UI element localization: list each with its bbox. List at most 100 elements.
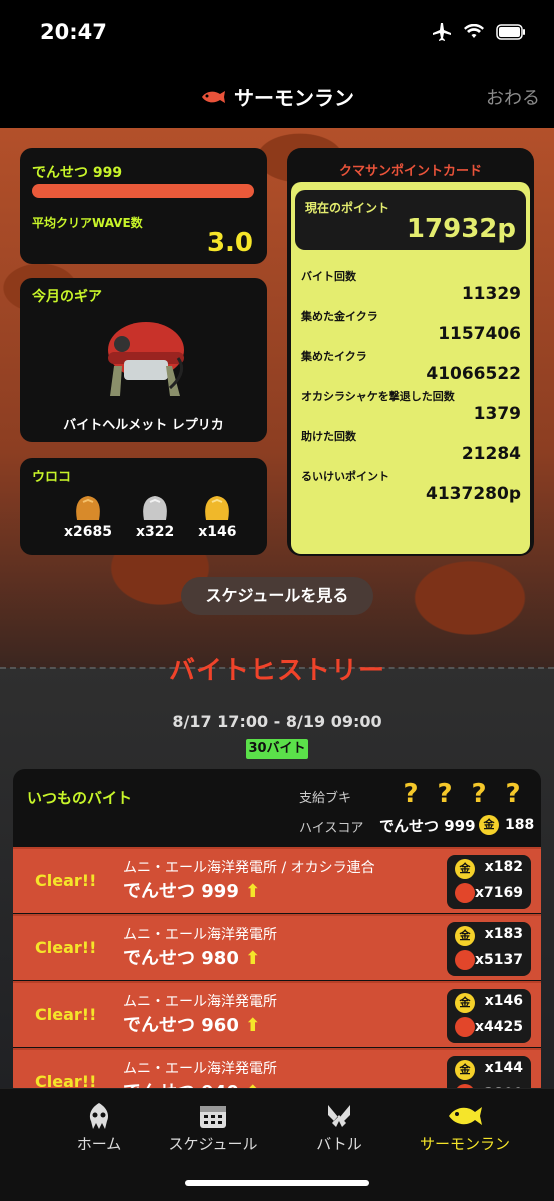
stat-label: るいけいポイント	[301, 470, 389, 483]
rank-text: でんせつ 960 ⬆	[123, 1011, 260, 1037]
point-card-title: クマサンポイントカード	[338, 164, 482, 179]
rank-text: でんせつ 999 ⬆	[123, 877, 260, 903]
gear-name: バイトヘルメット レプリカ	[63, 418, 224, 433]
golden-egg-count: x144	[484, 1060, 523, 1076]
stage-name: ムニ・エール海洋発電所	[123, 1061, 277, 1077]
golden-egg-count: x182	[484, 859, 523, 875]
airplane-icon	[433, 23, 451, 41]
stage-name: ムニ・エール海洋発電所 / オカシラ連合	[123, 860, 375, 876]
current-points-label: 現在のポイント	[305, 201, 390, 215]
stage-name: ムニ・エール海洋発電所	[123, 927, 277, 943]
stat-row: 集めたイクラ 41066522	[301, 348, 521, 388]
job-row[interactable]: Clear!! ムニ・エール海洋発電所 でんせつ 980 ⬆ 金 x183 x5…	[13, 914, 541, 980]
bronze-scale: x2685	[64, 492, 112, 540]
bronze-scale-count: x2685	[64, 524, 112, 540]
stat-value: 4137280p	[426, 484, 521, 504]
view-schedule-button[interactable]: スケジュールを見る	[181, 577, 373, 615]
egg-counts: 金 x182 x7169	[447, 855, 531, 909]
golden-egg-icon: 金	[455, 926, 475, 946]
header-title: サーモンラン	[0, 82, 554, 111]
helmet-icon	[108, 322, 184, 396]
close-button[interactable]: おわる	[486, 84, 540, 110]
scales-card: ウロコ x2685 x322 x146	[20, 458, 267, 555]
stat-value: 1379	[473, 404, 521, 424]
stat-row: 助けた回数 21284	[301, 428, 521, 468]
power-egg-count: x7169	[475, 885, 523, 901]
rank-value: でんせつ 960	[123, 1015, 239, 1036]
rank-text: でんせつ 980 ⬆	[123, 944, 260, 970]
squid-icon	[89, 1103, 109, 1129]
tab-salmon-run-label: サーモンラン	[419, 1135, 510, 1153]
rank-label: でんせつ 999	[32, 165, 123, 181]
job-title: いつものバイト	[27, 789, 133, 807]
battle-icon	[328, 1105, 350, 1127]
bronze-scale-icon	[76, 496, 100, 520]
tab-battle-label: バトル	[316, 1135, 362, 1153]
rank-up-icon: ⬆	[245, 1015, 261, 1036]
power-egg-icon	[455, 1017, 475, 1037]
status-bar: 20:47	[0, 0, 554, 64]
highscore-value: 188	[505, 817, 535, 833]
app-header: サーモンラン おわる	[0, 64, 554, 128]
egg-counts: 金 x183 x5137	[447, 922, 531, 976]
golden-egg-count: x146	[484, 993, 523, 1009]
gold-scale: x146	[198, 492, 237, 540]
power-egg-icon	[455, 883, 475, 903]
random-weapon-icon: ?	[471, 779, 487, 809]
random-weapon-icon: ?	[437, 779, 453, 809]
history-title: バイトヒストリー	[168, 656, 385, 686]
stat-row: 集めた金イクラ 1157406	[301, 308, 521, 348]
random-weapon-icon: ?	[505, 779, 521, 809]
stat-label: バイト回数	[301, 270, 356, 283]
wifi-icon	[464, 24, 484, 38]
job-row[interactable]: Clear!! ムニ・エール海洋発電所 / オカシラ連合 でんせつ 999 ⬆ …	[13, 847, 541, 913]
result-label: Clear!!	[35, 871, 97, 890]
point-card-body: 現在のポイント 17932p バイト回数 11329 集めた金イクラ 11574…	[291, 182, 530, 554]
stat-label: 助けた回数	[301, 430, 356, 443]
tab-salmon-run[interactable]: サーモンラン	[396, 1099, 534, 1154]
gold-scale-count: x146	[198, 524, 237, 540]
battery-icon	[496, 24, 525, 40]
stat-row: バイト回数 11329	[301, 268, 521, 308]
highscore-label: ハイスコア	[299, 821, 364, 836]
gold-scale-icon	[205, 496, 230, 520]
power-egg-count: x4425	[475, 1019, 523, 1035]
golden-egg-icon: 金	[455, 1060, 475, 1080]
gear-card[interactable]: 今月のギア バイトヘルメット レプリカ	[20, 278, 267, 442]
salmon-logo-icon	[202, 90, 225, 103]
power-egg-icon	[455, 950, 475, 970]
result-label: Clear!!	[35, 938, 97, 957]
result-label: Clear!!	[35, 1005, 97, 1024]
rank-progress-bar	[32, 184, 254, 198]
silver-scale-icon	[143, 496, 167, 520]
random-weapon-icon: ?	[403, 779, 419, 809]
rank-card: でんせつ 999 平均クリアWAVE数 3.0	[20, 148, 267, 264]
schedule-range: 8/17 17:00 - 8/19 09:00	[172, 712, 382, 731]
job-count-badge: 30バイト	[246, 739, 308, 759]
salmon-icon	[449, 1107, 482, 1125]
silver-scale: x322	[136, 492, 174, 540]
wave-value: 3.0	[206, 228, 253, 258]
job-row[interactable]: Clear!! ムニ・エール海洋発電所 でんせつ 960 ⬆ 金 x146 x4…	[13, 981, 541, 1047]
stat-row: るいけいポイント 4137280p	[301, 468, 521, 508]
stat-label: 集めたイクラ	[301, 350, 367, 363]
tab-schedule-label: スケジュール	[168, 1135, 258, 1153]
tab-schedule[interactable]: スケジュール	[144, 1099, 282, 1154]
header-title-text: サーモンラン	[234, 86, 354, 110]
golden-egg-icon: 金	[455, 859, 475, 879]
rank-value: でんせつ 980	[123, 948, 239, 969]
status-time: 20:47	[40, 20, 107, 44]
rank-up-icon: ⬆	[245, 948, 261, 969]
current-points-value: 17932p	[406, 214, 516, 244]
stat-label: オカシラシャケを撃退した回数	[301, 390, 455, 403]
job-history-card: いつものバイト 支給ブキ ? ? ? ? ハイスコア でんせつ 999 金 18…	[13, 769, 541, 1099]
stat-value: 41066522	[426, 364, 521, 384]
silver-scale-count: x322	[136, 524, 175, 540]
point-card: クマサンポイントカード 現在のポイント 17932p バイト回数 11329 集…	[287, 148, 534, 556]
golden-egg-count: x183	[484, 926, 523, 942]
tab-battle[interactable]: バトル	[270, 1099, 408, 1154]
scales-title: ウロコ	[32, 470, 72, 485]
stat-label: 集めた金イクラ	[301, 310, 378, 323]
home-indicator	[185, 1180, 369, 1186]
golden-egg-icon: 金	[455, 993, 475, 1013]
